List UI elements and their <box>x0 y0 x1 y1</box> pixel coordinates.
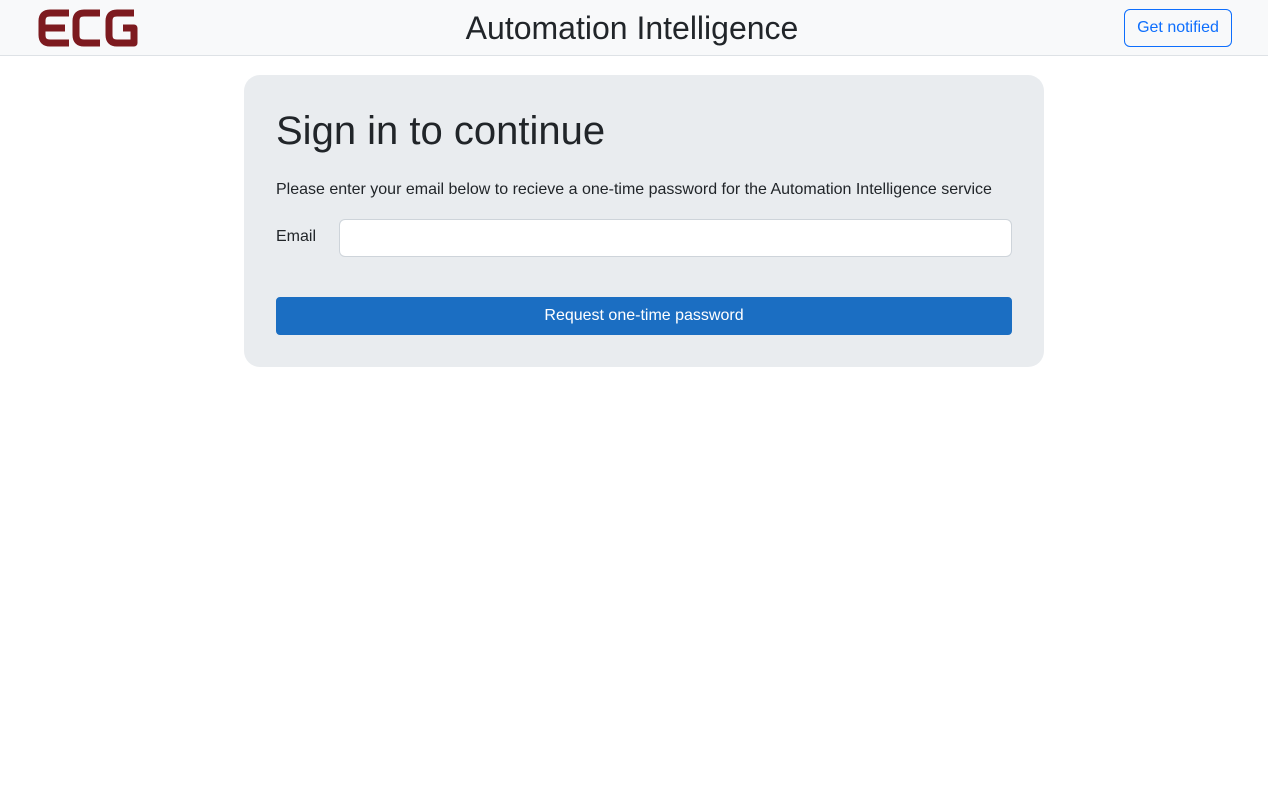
signin-description: Please enter your email below to recieve… <box>276 181 992 198</box>
request-otp-button[interactable]: Request one-time password <box>276 297 1012 335</box>
page-title: Sign in to continue <box>276 109 606 153</box>
signin-card: Sign in to continue Please enter your em… <box>244 75 1044 367</box>
ecg-logo[interactable] <box>38 8 138 48</box>
app-title: Automation Intelligence <box>465 10 799 46</box>
top-navbar: Automation Intelligence Get notified <box>0 0 1268 56</box>
email-field[interactable] <box>339 219 1012 257</box>
get-notified-button[interactable]: Get notified <box>1124 9 1232 47</box>
ecg-logo-mark <box>38 9 138 47</box>
email-label: Email <box>276 228 317 245</box>
